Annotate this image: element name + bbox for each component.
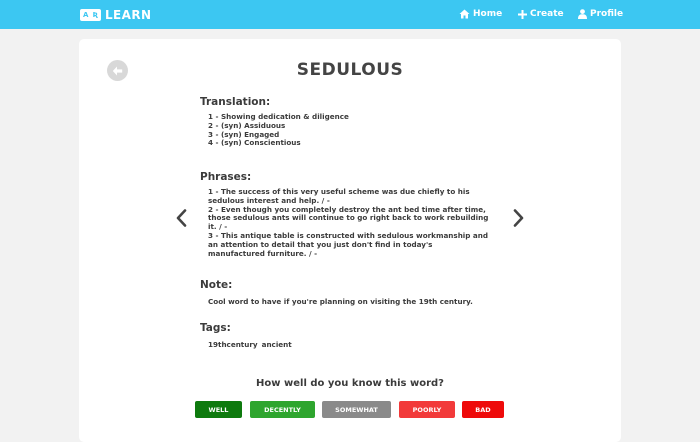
brand-logo-icon: A Ʀ <box>80 9 101 21</box>
phrase-item: 2 - Even though you completely destroy t… <box>208 204 489 232</box>
tags-heading: Tags: <box>200 322 231 334</box>
phrases-heading: Phrases: <box>200 171 252 183</box>
note-text: Cool word to have if you're planning on … <box>208 297 473 306</box>
translation-list: 1 - Showing dedication & diligence 2 - (… <box>208 112 498 148</box>
rate-well-button[interactable]: WELL <box>195 401 242 418</box>
user-icon <box>578 9 587 19</box>
phrase-item: 3 - This antique table is constructed wi… <box>208 230 489 258</box>
nav-profile-link[interactable]: Profile <box>578 9 623 19</box>
knowledge-question: How well do you know this word? <box>256 378 444 389</box>
brand-logo-left: A <box>83 11 89 19</box>
previous-word-chevron-icon[interactable] <box>176 209 187 227</box>
tag[interactable]: 19thcentury <box>208 340 258 349</box>
phrases-list: 1 - The success of this very useful sche… <box>208 187 491 258</box>
word-title: SEDULOUS <box>296 60 404 80</box>
arrow-left-icon <box>112 66 123 75</box>
rate-decently-button[interactable]: DECENTLY <box>250 401 315 418</box>
rate-bad-button[interactable]: BAD <box>462 401 504 418</box>
rate-somewhat-button[interactable]: SOMEWHAT <box>322 401 391 418</box>
note-heading: Note: <box>200 279 233 291</box>
next-word-chevron-icon[interactable] <box>513 209 524 227</box>
top-navbar: A Ʀ LEARN Home Create Profile <box>0 0 700 29</box>
tags-list: 19thcentury ancient <box>208 340 292 349</box>
nav-home-link[interactable]: Home <box>459 9 502 19</box>
nav-profile-label: Profile <box>590 9 624 19</box>
translation-item: 4 - (syn) Conscientious <box>208 138 301 148</box>
tag[interactable]: ancient <box>262 340 292 349</box>
nav-create-label: Create <box>530 9 564 19</box>
nav-home-label: Home <box>473 9 503 19</box>
home-icon <box>459 9 470 19</box>
rate-poorly-button[interactable]: POORLY <box>399 401 455 418</box>
phrase-item: 1 - The success of this very useful sche… <box>208 187 470 205</box>
brand-name: LEARN <box>105 8 152 22</box>
brand-link[interactable]: A Ʀ LEARN <box>80 7 151 23</box>
translation-heading: Translation: <box>200 96 271 108</box>
nav-create-link[interactable]: Create <box>518 9 564 19</box>
back-button[interactable] <box>107 60 128 81</box>
plus-icon <box>518 9 527 19</box>
brand-logo-right: Ʀ <box>92 11 98 19</box>
